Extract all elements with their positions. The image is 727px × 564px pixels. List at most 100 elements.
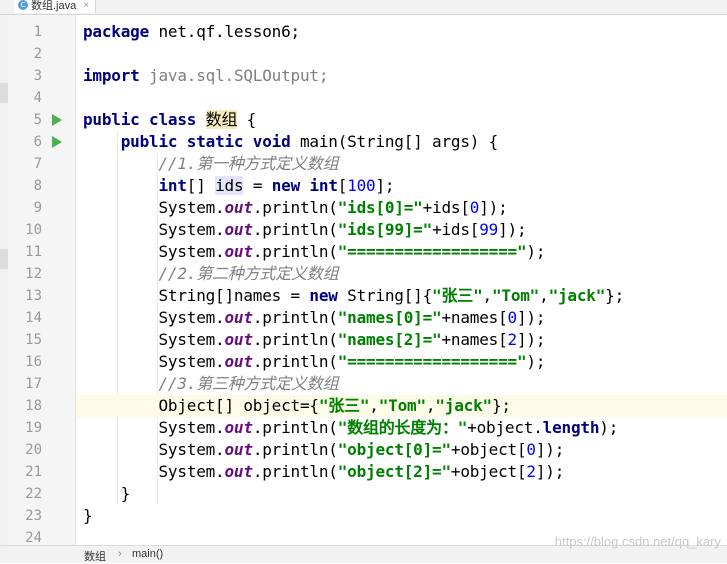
line-number: 1 (33, 24, 42, 40)
code-token: System. (83, 308, 225, 327)
code-line[interactable]: //2.第二种方式定义数组 (76, 263, 727, 285)
code-token: 0 (526, 440, 536, 459)
line-number: 9 (33, 200, 42, 216)
code-line[interactable]: } (76, 483, 727, 505)
code-token: ]); (516, 330, 546, 349)
code-token: "object[2]=" (337, 462, 451, 481)
code-text: String[]names = new String[]{"张三","Tom",… (83, 285, 624, 307)
code-token: "jack" (435, 396, 492, 415)
line-number: 18 (25, 398, 42, 414)
close-icon[interactable]: × (83, 0, 89, 11)
code-token: out (224, 418, 254, 437)
code-line[interactable]: System.out.println("names[2]="+names[2])… (76, 329, 727, 351)
editor-tab[interactable]: C 数组.java × (14, 0, 97, 13)
line-number: 21 (25, 464, 42, 480)
code-token: .println( (252, 330, 338, 349)
code-text: //3.第三种方式定义数组 (83, 373, 338, 395)
code-token: 100 (347, 176, 376, 195)
line-number: 6 (33, 134, 42, 150)
line-number: 5 (33, 112, 42, 128)
code-token: ]); (516, 308, 546, 327)
line-number: 4 (33, 90, 42, 106)
code-token: Object[] object={ (83, 396, 319, 415)
code-token: , (539, 286, 549, 305)
code-token: "张三" (432, 286, 483, 305)
code-line[interactable]: package net.qf.lesson6; (76, 21, 727, 43)
code-token: +object[ (450, 462, 527, 481)
line-number-gutter[interactable]: 1 2 3 4 5 6 7 8 9 10 11 12 13 14 15 16 17 18 19 20 21 22 23 24 (8, 15, 87, 546)
code-line[interactable]: String[]names = new String[]{"张三","Tom",… (76, 285, 727, 307)
code-line[interactable]: import java.sql.SQLOutput; (76, 65, 727, 87)
tool-window-strip (0, 15, 8, 545)
strip-marker (0, 83, 8, 103)
code-line[interactable]: //1.第一种方式定义数组 (76, 153, 727, 175)
code-token: } (83, 484, 131, 503)
code-text: int[] ids = new int[100]; (83, 175, 395, 197)
code-token: ]); (535, 440, 565, 459)
code-token: public static void (120, 132, 291, 151)
line-number: 13 (25, 288, 42, 304)
code-token: String[]{ (337, 286, 433, 305)
code-line[interactable]: System.out.println("object[0]="+object[0… (76, 439, 727, 461)
code-token: out (224, 462, 254, 481)
run-icon[interactable] (52, 114, 62, 126)
code-line[interactable]: System.out.println("ids[0]="+ids[0]); (76, 197, 727, 219)
code-token: { (237, 110, 257, 129)
code-token: ); (599, 418, 619, 437)
code-line[interactable] (76, 43, 727, 65)
code-line[interactable]: //3.第三种方式定义数组 (76, 373, 727, 395)
code-text: System.out.println("names[2]="+names[2])… (83, 329, 545, 351)
run-icon[interactable] (52, 136, 62, 148)
code-token: "ids[99]=" (337, 220, 433, 239)
code-token: .println( (252, 198, 338, 217)
code-token: System. (83, 330, 225, 349)
code-line[interactable]: public static void main(String[] args) { (76, 131, 727, 153)
code-line[interactable]: System.out.println("object[2]="+object[2… (76, 461, 727, 483)
code-token: 2 (507, 330, 518, 349)
code-token: "names[0]=" (337, 308, 442, 327)
code-text: Object[] object={"张三","Tom","jack"}; (83, 395, 511, 417)
code-line[interactable]: public class 数组 { (76, 109, 727, 131)
breadcrumb-bar: 数组 › main() https://blog.csdn.net/qq_kar… (0, 534, 727, 563)
code-token: }; (491, 396, 511, 415)
code-line[interactable]: System.out.println("==================")… (76, 351, 727, 373)
code-token: +names[ (441, 308, 508, 327)
line-number: 19 (25, 420, 42, 436)
code-token: out (224, 242, 254, 261)
class-icon: C (18, 0, 28, 10)
editor-tab-bar: C 数组.java × (0, 0, 727, 15)
code-token: //3.第三种方式定义数组 (158, 374, 339, 393)
code-editor[interactable]: package net.qf.lesson6; import java.sql.S… (76, 15, 727, 545)
code-token: System. (83, 440, 225, 459)
code-line[interactable]: int[] ids = new int[100]; (76, 175, 727, 197)
current-code-line[interactable]: Object[] object={"张三","Tom","jack"}; (76, 395, 727, 417)
code-token: "==================" (337, 352, 527, 371)
line-number: 8 (33, 178, 42, 194)
code-token: ]); (479, 198, 508, 217)
code-line[interactable]: System.out.println("ids[99]="+ids[99]); (76, 219, 727, 241)
line-number: 14 (25, 310, 42, 326)
code-token: = (243, 176, 272, 195)
code-token: .println( (252, 352, 338, 371)
code-token: System. (83, 198, 225, 217)
code-line[interactable]: System.out.println("数组的长度为："+object.leng… (76, 417, 727, 439)
code-token: , (482, 286, 493, 305)
code-token: System. (83, 220, 225, 239)
code-token: } (83, 506, 93, 525)
breadcrumb-method[interactable]: main() (132, 548, 163, 560)
code-text: System.out.println("==================")… (83, 241, 545, 263)
code-token: +ids[ (432, 220, 480, 239)
code-text: //2.第二种方式定义数组 (83, 263, 338, 285)
code-token: 0 (507, 308, 518, 327)
code-line[interactable]: System.out.println("names[0]="+names[0])… (76, 307, 727, 329)
code-line[interactable]: System.out.println("==================")… (76, 241, 727, 263)
code-line[interactable]: } (76, 505, 727, 527)
code-text: System.out.println("数组的长度为："+object.leng… (83, 417, 618, 439)
code-line[interactable] (76, 87, 727, 109)
code-token: String[]names = (83, 286, 310, 305)
code-token: main(String[] args) { (290, 132, 499, 151)
code-token: [] (186, 176, 216, 195)
code-text: System.out.println("==================")… (83, 351, 545, 373)
